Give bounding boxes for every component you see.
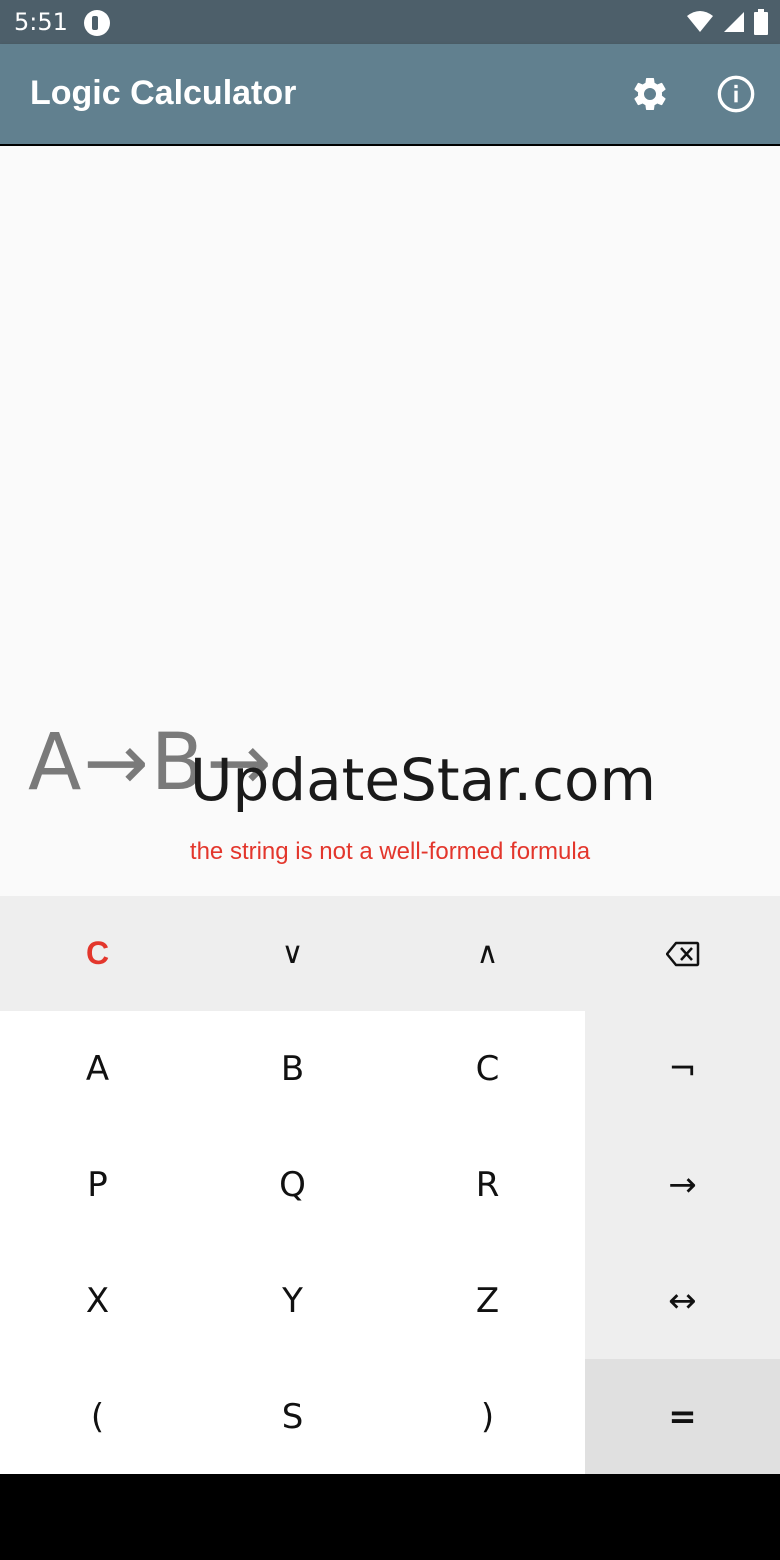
app-bar: Logic Calculator: [0, 44, 780, 144]
status-bar: 5:51: [0, 0, 780, 44]
watermark: UpdateStar.com: [190, 746, 656, 814]
key-r[interactable]: R: [390, 1127, 585, 1243]
iff-button[interactable]: ↔: [585, 1243, 780, 1359]
status-icons: [686, 8, 768, 36]
backspace-button[interactable]: [585, 896, 780, 1011]
key-x[interactable]: X: [0, 1243, 195, 1359]
key-a[interactable]: A: [0, 1011, 195, 1127]
key-b[interactable]: B: [195, 1011, 390, 1127]
formula-display: A→B→ UpdateStar.com the string is not a …: [0, 146, 780, 896]
battery-icon: [754, 9, 768, 35]
or-button[interactable]: ∨: [195, 896, 390, 1011]
status-time: 5:51: [14, 8, 68, 36]
key-q[interactable]: Q: [195, 1127, 390, 1243]
settings-button[interactable]: [630, 74, 670, 114]
keypad: C ∨ ∧ A B C P Q R X Y Z ( S ) ¬ → ↔ =: [0, 896, 780, 1474]
info-icon: [717, 75, 755, 113]
implies-button[interactable]: →: [585, 1127, 780, 1243]
navigation-bar: [0, 1474, 780, 1560]
error-message: the string is not a well-formed formula: [189, 838, 591, 865]
key-y[interactable]: Y: [195, 1243, 390, 1359]
not-button[interactable]: ¬: [585, 1011, 780, 1127]
close-paren-button[interactable]: ): [390, 1359, 585, 1474]
open-paren-button[interactable]: (: [0, 1359, 195, 1474]
wifi-icon: [687, 11, 713, 32]
and-button[interactable]: ∧: [390, 896, 585, 1011]
signal-icon: [724, 12, 744, 32]
key-z[interactable]: Z: [390, 1243, 585, 1359]
settings-icon: [634, 77, 666, 110]
app-notification-icon: [84, 10, 110, 36]
app-title: Logic Calculator: [30, 74, 297, 112]
equals-button[interactable]: =: [585, 1359, 780, 1474]
key-s[interactable]: S: [195, 1359, 390, 1474]
clear-button[interactable]: C: [0, 896, 195, 1011]
key-c[interactable]: C: [390, 1011, 585, 1127]
backspace-icon: [665, 941, 699, 966]
info-button[interactable]: [716, 74, 756, 114]
key-p[interactable]: P: [0, 1127, 195, 1243]
